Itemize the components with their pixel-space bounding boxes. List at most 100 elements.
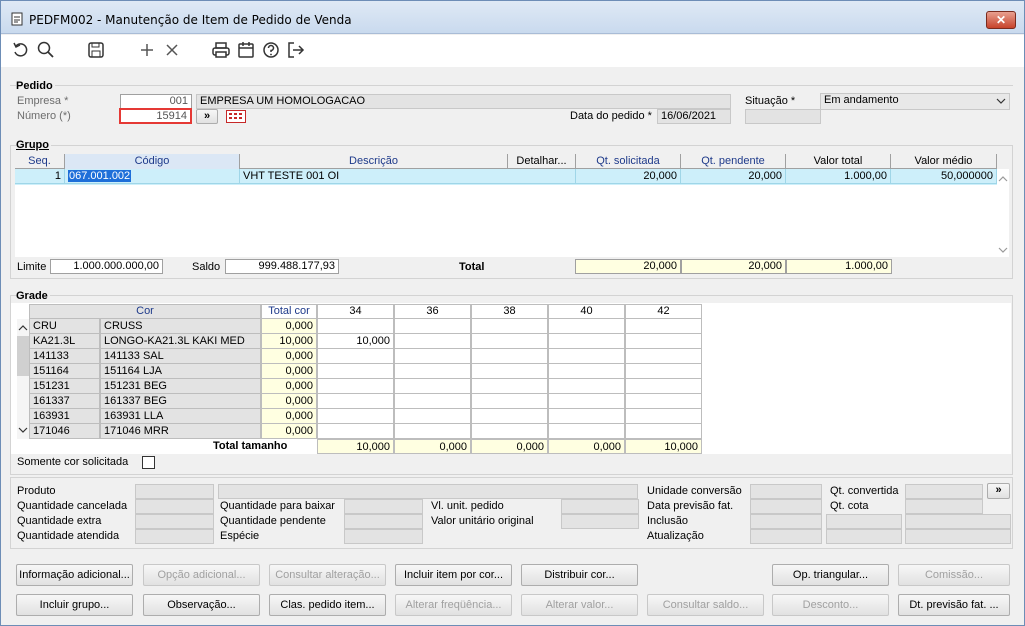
qt-atendida-label: Quantidade atendida — [17, 530, 120, 542]
close-button[interactable]: ✕ — [986, 11, 1016, 29]
col-qt-solicitada[interactable]: Qt. solicitada — [576, 154, 681, 169]
incluir-grupo-button[interactable]: Incluir grupo... — [16, 594, 133, 616]
total-cor-cell: 0,000 — [261, 379, 317, 394]
opcao-adicional-button[interactable]: Opção adicional... — [143, 564, 260, 586]
exit-icon[interactable] — [286, 40, 306, 60]
size-qty-cell — [625, 349, 702, 364]
col-seq[interactable]: Seq. — [15, 154, 65, 169]
size-qty-cell — [471, 379, 548, 394]
more-info-button[interactable]: » — [987, 483, 1010, 499]
op-triangular-button[interactable]: Op. triangular... — [772, 564, 889, 586]
comissao-button[interactable]: Comissão... — [898, 564, 1010, 586]
somente-cor-checkbox[interactable] — [142, 456, 155, 469]
consultar-alteracao-button[interactable]: Consultar alteração... — [269, 564, 386, 586]
col-total-cor[interactable]: Total cor — [261, 304, 317, 319]
scroll-thumb[interactable] — [17, 336, 29, 376]
total-size-38: 0,000 — [471, 439, 548, 454]
undo-icon[interactable] — [11, 40, 31, 60]
total-valor: 1.000,00 — [786, 259, 892, 274]
especie-field — [344, 529, 423, 544]
vl-unit-orig-label: Valor unitário original — [431, 515, 534, 527]
inclusao-field — [750, 514, 822, 529]
size-qty-cell — [394, 409, 471, 424]
numero-field[interactable]: 15914 — [119, 108, 192, 124]
total-size-34: 10,000 — [317, 439, 394, 454]
incluir-item-por-cor-button[interactable]: Incluir item por cor... — [395, 564, 512, 586]
unid-conv-label: Unidade conversão — [647, 485, 742, 497]
grade-scrollbar[interactable] — [17, 319, 29, 439]
size-header-40: 40 — [548, 304, 625, 319]
data-prev-field — [750, 499, 822, 514]
observacao-button[interactable]: Observação... — [143, 594, 260, 616]
col-detalhar[interactable]: Detalhar... — [508, 154, 576, 169]
consultar-saldo-button[interactable]: Consultar saldo... — [647, 594, 764, 616]
save-icon[interactable] — [86, 40, 106, 60]
size-header-36: 36 — [394, 304, 471, 319]
grupo-table-body: 1 067.001.002 VHT TESTE 001 OI 20,000 20… — [15, 169, 997, 257]
chevron-down-icon[interactable] — [18, 427, 28, 434]
atualizacao-time-field — [905, 529, 1011, 544]
size-qty-cell — [394, 349, 471, 364]
total-cor-cell: 0,000 — [261, 364, 317, 379]
limite-label: Limite — [17, 261, 47, 273]
calendar-icon[interactable] — [236, 40, 256, 60]
size-header-38: 38 — [471, 304, 548, 319]
chevron-up-icon[interactable] — [998, 175, 1008, 182]
desconto-button[interactable]: Desconto... — [772, 594, 889, 616]
size-qty-cell — [317, 409, 394, 424]
alterar-valor-button[interactable]: Alterar valor... — [521, 594, 638, 616]
situacao-select[interactable]: Em andamento — [820, 93, 1010, 110]
col-qt-pendente[interactable]: Qt. pendente — [681, 154, 786, 169]
calendar-small-icon[interactable] — [226, 110, 246, 123]
col-valor-medio[interactable]: Valor médio — [891, 154, 997, 169]
total-cor-cell: 0,000 — [261, 409, 317, 424]
numero-navigate-button[interactable]: » — [196, 109, 218, 124]
help-icon[interactable] — [261, 40, 281, 60]
chevron-up-icon[interactable] — [18, 324, 28, 331]
delete-icon[interactable] — [162, 40, 182, 60]
size-qty-cell — [394, 364, 471, 379]
codigo-cell[interactable]: 067.001.002 — [65, 169, 240, 184]
size-qty-cell — [625, 364, 702, 379]
vl-unit-label: Vl. unit. pedido — [431, 500, 504, 512]
qt-pendente-label: Quantidade pendente — [220, 515, 326, 527]
inclusao-label: Inclusão — [647, 515, 688, 527]
valor-medio-cell: 50,000000 — [891, 169, 997, 184]
atualizacao-label: Atualização — [647, 530, 704, 542]
clas-pedido-item-button[interactable]: Clas. pedido item... — [269, 594, 386, 616]
print-icon[interactable] — [211, 40, 231, 60]
atualizacao-user-field — [826, 529, 902, 544]
situacao-extra-field — [745, 109, 821, 124]
somente-cor-label: Somente cor solicitada — [17, 456, 129, 468]
dt-previsao-fat-button[interactable]: Dt. previsão fat. ... — [898, 594, 1010, 616]
cor-name-cell: 171046 MRR — [100, 424, 261, 439]
add-icon[interactable] — [137, 40, 157, 60]
qt-pendente-field — [344, 514, 423, 529]
size-qty-cell — [625, 409, 702, 424]
col-codigo[interactable]: Código — [65, 154, 240, 169]
size-qty-cell — [471, 364, 548, 379]
size-qty-cell — [317, 424, 394, 439]
search-icon[interactable] — [36, 40, 56, 60]
chevron-down-icon[interactable] — [998, 247, 1008, 254]
toolbar — [1, 35, 1024, 67]
data-prev-label: Data previsão fat. — [647, 500, 734, 512]
total-label: Total — [459, 261, 485, 273]
cor-code-cell: CRU — [29, 319, 100, 334]
size-qty-cell — [471, 394, 548, 409]
informacao-adicional-button[interactable]: Informação adicional... — [16, 564, 133, 586]
col-descricao[interactable]: Descrição — [240, 154, 508, 169]
col-cor[interactable]: Cor — [29, 304, 261, 319]
pedido-section-title: Pedido — [16, 80, 55, 92]
cor-code-cell: 163931 — [29, 409, 100, 424]
alterar-frequencia-button[interactable]: Alterar freqüência... — [395, 594, 512, 616]
col-valor-total[interactable]: Valor total — [786, 154, 891, 169]
empresa-code-field[interactable]: 001 — [120, 94, 192, 109]
title-bar: PEDFM002 - Manutenção de Item de Pedido … — [1, 1, 1024, 34]
table-row[interactable]: 1 067.001.002 VHT TESTE 001 OI 20,000 20… — [15, 169, 997, 185]
grupo-scrollbar[interactable] — [997, 169, 1009, 257]
distribuir-cor-button[interactable]: Distribuir cor... — [521, 564, 638, 586]
saldo-field: 999.488.177,93 — [225, 259, 339, 274]
size-qty-cell — [471, 334, 548, 349]
qt-baixar-field — [344, 499, 423, 514]
